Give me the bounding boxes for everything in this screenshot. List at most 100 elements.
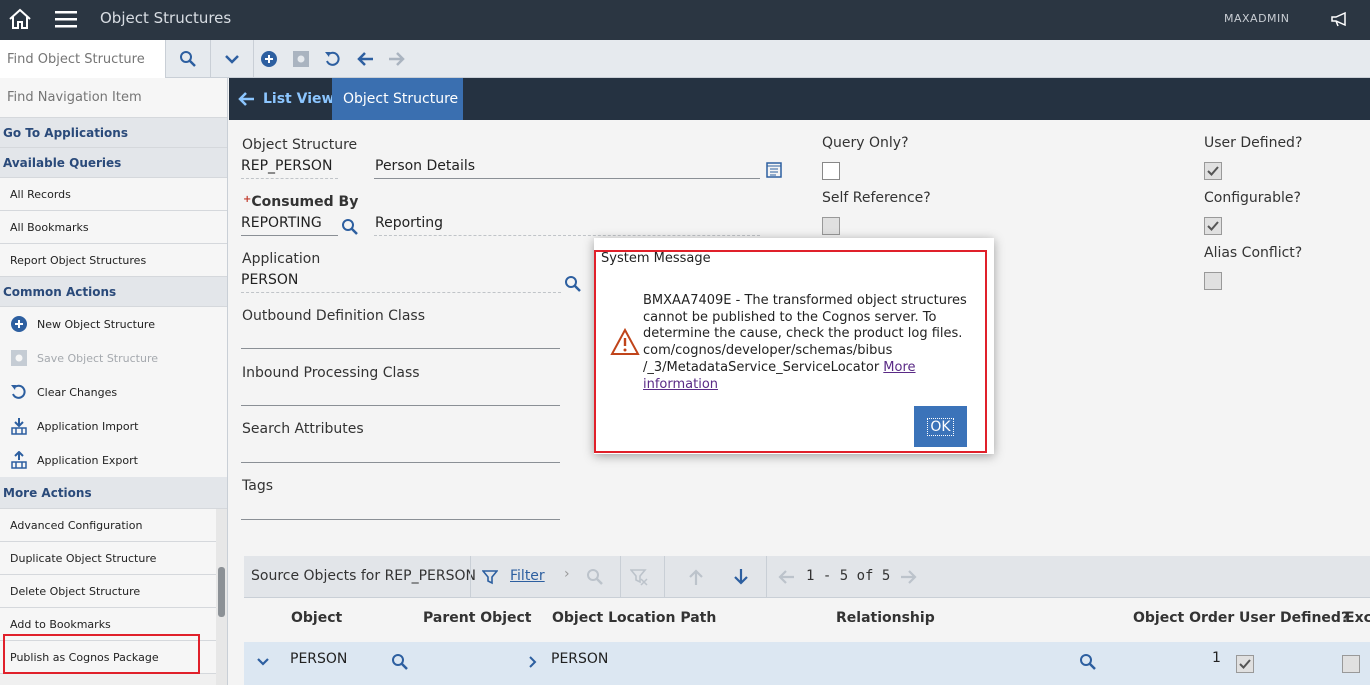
action-save-object-structure[interactable]: Save Object Structure — [0, 341, 227, 375]
paging-info: 1 - 5 of 5 — [806, 568, 891, 584]
search-attributes-field[interactable] — [241, 462, 560, 463]
object-structure-field[interactable]: REP_PERSON — [241, 158, 332, 174]
column-object[interactable]: Object — [291, 610, 342, 626]
search-icon — [180, 51, 196, 67]
alias-conflict-checkbox[interactable] — [1204, 272, 1222, 290]
tags-label: Tags — [242, 478, 273, 494]
tab-list-view[interactable]: List View — [229, 78, 334, 120]
chevron-down-icon[interactable] — [256, 657, 270, 667]
ok-button[interactable]: OK — [914, 406, 967, 447]
arrow-up-icon[interactable] — [688, 568, 704, 586]
consumed-by-lookup-icon[interactable] — [341, 218, 359, 236]
arrow-left-icon — [238, 92, 254, 106]
home-icon[interactable] — [8, 8, 32, 30]
arrow-down-icon[interactable] — [733, 568, 749, 586]
previous-page-icon[interactable] — [777, 569, 795, 585]
action-application-import[interactable]: Application Import — [0, 409, 227, 443]
row-object-order[interactable]: 1 — [1212, 650, 1221, 666]
action-advanced-configuration[interactable]: Advanced Configuration — [0, 509, 216, 542]
row-user-defined-checkbox[interactable] — [1236, 655, 1254, 673]
scrollbar-thumb[interactable] — [218, 567, 225, 617]
common-actions-header: Common Actions — [0, 277, 227, 307]
user-defined-checkbox[interactable] — [1204, 162, 1222, 180]
megaphone-icon[interactable] — [1330, 11, 1348, 27]
user-name[interactable]: MAXADMIN — [1224, 12, 1290, 25]
action-duplicate-object-structure[interactable]: Duplicate Object Structure — [0, 542, 216, 575]
object-structure-description-field[interactable]: Person Details — [375, 158, 475, 174]
relationship-lookup-icon[interactable] — [1079, 653, 1097, 671]
plus-circle-icon — [261, 51, 277, 67]
query-all-records[interactable]: All Records — [0, 178, 227, 211]
object-lookup-icon[interactable] — [391, 653, 409, 671]
clear-changes-button[interactable] — [322, 40, 344, 78]
query-only-checkbox[interactable] — [822, 162, 840, 180]
row-object[interactable]: PERSON — [290, 651, 347, 667]
save-record-button[interactable] — [290, 40, 312, 78]
query-only-label: Query Only? — [822, 135, 909, 151]
action-new-object-structure[interactable]: New Object Structure — [0, 307, 227, 341]
user-defined-label: User Defined? — [1204, 135, 1303, 151]
checkmark-icon — [1207, 166, 1219, 176]
hamburger-menu-icon[interactable] — [55, 9, 77, 29]
configurable-checkbox[interactable] — [1204, 217, 1222, 235]
find-navigation-input[interactable] — [0, 78, 227, 117]
chevron-right-icon[interactable] — [528, 655, 538, 669]
save-icon — [10, 350, 27, 366]
configurable-label: Configurable? — [1204, 190, 1301, 206]
row-exclude-checkbox[interactable] — [1342, 655, 1360, 673]
undo-icon — [325, 51, 340, 66]
column-user-defined[interactable]: User Defined? — [1239, 610, 1349, 626]
column-exclude[interactable]: Exc — [1345, 610, 1370, 626]
tab-bar: List View Object Structure — [229, 78, 1370, 120]
consumed-by-field[interactable]: REPORTING — [241, 215, 322, 231]
new-record-button[interactable] — [258, 40, 280, 78]
self-reference-label: Self Reference? — [822, 190, 931, 206]
inbound-processing-class-field[interactable] — [241, 405, 560, 406]
search-attributes-label: Search Attributes — [242, 421, 364, 437]
export-icon — [10, 451, 27, 469]
plus-circle-icon — [10, 316, 27, 332]
filter-icon[interactable] — [482, 569, 498, 585]
column-object-order[interactable]: Object Order — [1133, 610, 1234, 626]
query-report-object-structures[interactable]: Report Object Structures — [0, 244, 227, 277]
next-record-button[interactable] — [386, 40, 408, 78]
checkmark-icon — [1207, 221, 1219, 231]
checkmark-icon — [1239, 659, 1251, 669]
column-object-location-path[interactable]: Object Location Path — [552, 610, 716, 626]
query-all-bookmarks[interactable]: All Bookmarks — [0, 211, 227, 244]
search-button[interactable] — [166, 40, 210, 78]
outbound-definition-class-field[interactable] — [241, 348, 560, 349]
long-description-icon[interactable] — [766, 162, 782, 178]
action-delete-object-structure[interactable]: Delete Object Structure — [0, 575, 216, 608]
inbound-processing-class-label: Inbound Processing Class — [242, 365, 420, 381]
tags-field[interactable] — [241, 519, 560, 520]
table-row[interactable]: PERSON PERSON 1 — [244, 642, 1370, 685]
search-options-button[interactable] — [211, 40, 253, 78]
navigation-sidebar: Go To Applications Available Queries All… — [0, 78, 228, 685]
action-clear-changes[interactable]: Clear Changes — [0, 375, 227, 409]
application-lookup-icon[interactable] — [564, 275, 582, 293]
top-bar: Object Structures MAXADMIN — [0, 0, 1370, 40]
filter-link[interactable]: Filter — [510, 568, 545, 584]
tab-object-structure[interactable]: Object Structure — [332, 78, 463, 120]
arrow-right-icon — [389, 52, 405, 66]
source-objects-toolbar: Source Objects for REP_PERSON Filter › 1… — [244, 556, 1370, 598]
next-page-icon[interactable] — [900, 569, 918, 585]
outbound-definition-class-label: Outbound Definition Class — [242, 308, 425, 324]
sidebar-scrollbar[interactable] — [216, 509, 227, 685]
column-parent-object[interactable]: Parent Object — [423, 610, 531, 626]
go-to-applications[interactable]: Go To Applications — [0, 118, 227, 148]
find-object-structure-input[interactable] — [0, 40, 165, 78]
row-object-location-path[interactable]: PERSON — [551, 651, 608, 667]
highlight-publish-action — [3, 634, 200, 674]
action-application-export[interactable]: Application Export — [0, 443, 227, 477]
previous-record-button[interactable] — [354, 40, 376, 78]
object-structure-label: Object Structure — [242, 137, 358, 153]
clear-filter-icon[interactable] — [630, 568, 648, 586]
toolbar — [0, 40, 1370, 78]
column-relationship[interactable]: Relationship — [836, 610, 935, 626]
arrow-left-icon — [357, 52, 373, 66]
application-field[interactable]: PERSON — [241, 272, 298, 288]
self-reference-checkbox[interactable] — [822, 217, 840, 235]
search-icon[interactable] — [586, 568, 604, 586]
